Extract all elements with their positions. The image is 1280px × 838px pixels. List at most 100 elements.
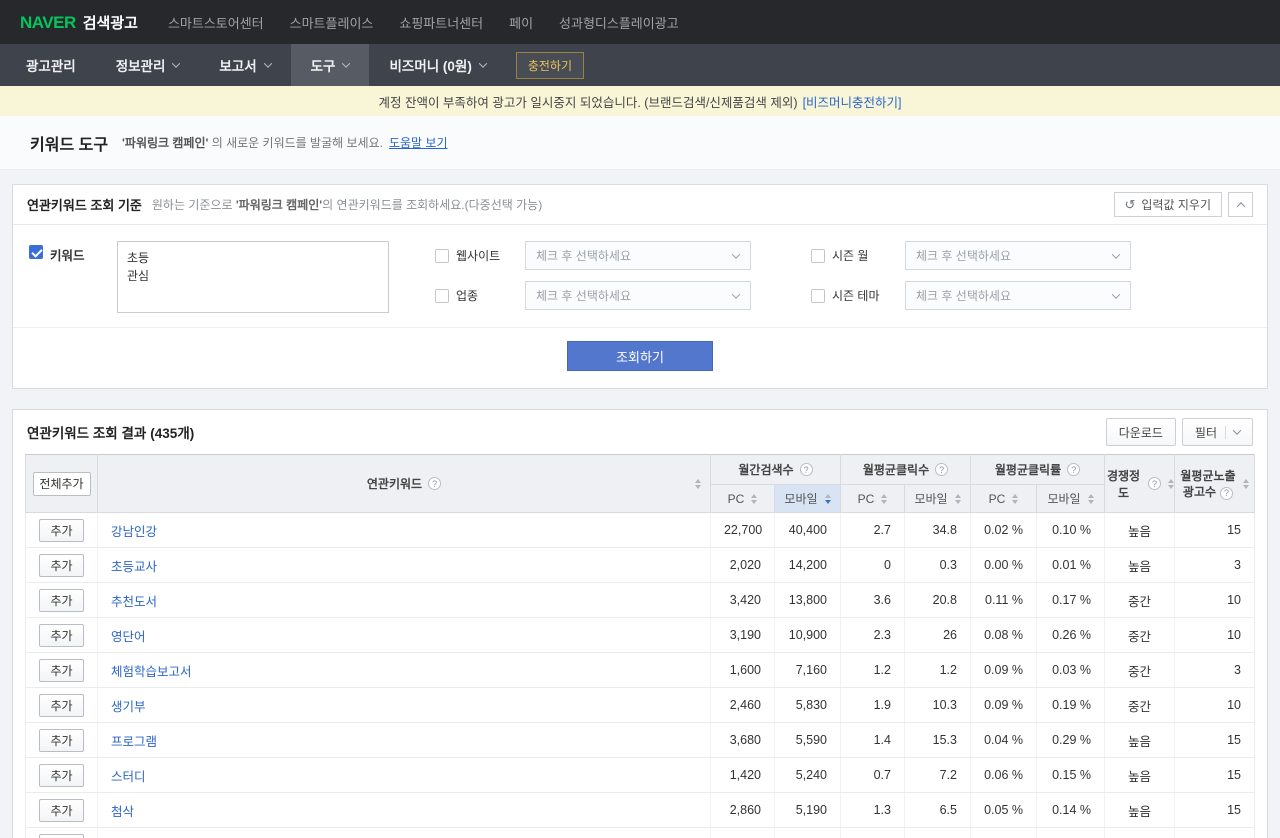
clicks-mobile-header[interactable]: 모바일 [904,484,971,513]
pc-ctr: 0.03 % [970,827,1037,838]
nav-tools[interactable]: 도구 [290,44,370,86]
link-pay[interactable]: 페이 [509,13,533,32]
season-theme-checkbox[interactable] [811,288,825,303]
nav-label: 도구 [310,59,336,74]
mobile-click-count: 1.2 [904,652,971,688]
add-cell: 추가 [25,547,98,583]
season-theme-select[interactable]: 체크 후 선택하세요 [905,281,1131,310]
clear-inputs-button[interactable]: ↺ 입력값 지우기 [1113,192,1222,217]
add-keyword-button[interactable]: 추가 [39,518,84,542]
add-all-button[interactable]: 전체추가 [32,471,91,496]
sort-icon[interactable] [954,493,961,504]
download-button[interactable]: 다운로드 [1105,418,1176,446]
ad-count-column-header[interactable]: 월평균노출 광고수? [1174,454,1255,513]
keyword-link[interactable]: 추천도서 [111,595,157,609]
keyword-column-header[interactable]: 연관키워드 ? [97,454,711,513]
naver-searchad-logo[interactable]: NAVER 검색광고 [20,12,138,33]
sort-icon[interactable] [1168,478,1174,489]
pc-click-count: 1.3 [840,792,905,828]
search-pc-header[interactable]: PC [709,484,775,513]
pc-search-count: 3,190 [710,617,775,653]
add-keyword-button[interactable]: 추가 [39,798,84,822]
bizmoney-charge-link[interactable]: [비즈머니충전하기] [803,92,902,111]
website-checkbox[interactable] [435,248,449,263]
keyword-cell: 프로그램 [97,722,711,758]
filter-button[interactable]: 필터 [1181,418,1253,446]
search-mobile-header[interactable]: 모바일 [773,484,842,513]
sort-icon[interactable] [694,478,701,489]
keyword-link[interactable]: 생기부 [111,700,146,714]
monthly-ctr-help-icon[interactable]: ? [1067,463,1081,476]
add-keyword-button[interactable]: 추가 [39,763,84,787]
competition-column-header[interactable]: 경쟁정도 ? [1104,454,1175,513]
table-row: 추가 초등교사 2,020 14,200 0 0.3 0.00 % 0.01 %… [25,547,1255,583]
keyword-link[interactable]: 스터디 [111,770,146,784]
competition-level: 중간 [1104,582,1175,618]
help-link[interactable]: 도움말 보기 [389,134,448,151]
search-button[interactable]: 조회하기 [567,341,713,371]
monthly-search-help-icon[interactable]: ? [799,463,813,476]
keyword-link[interactable]: 영단어 [111,630,146,644]
nav-bizmoney[interactable]: 비즈머니 (0원) [369,44,505,86]
monthly-clicks-help-icon[interactable]: ? [935,463,949,476]
sort-icon[interactable] [1242,478,1249,489]
add-cell: 추가 [25,512,98,548]
mobile-click-count: 7.2 [904,757,971,793]
add-keyword-button[interactable]: 추가 [39,833,84,838]
sort-icon[interactable] [751,493,758,504]
mobile-search-count: 7,160 [774,652,842,688]
collapse-panel-button[interactable] [1228,192,1253,217]
criteria-header: 연관키워드 조회 기준 원하는 기준으로 '파워링크 캠페인'의 연관키워드를 … [13,185,1267,225]
sort-icon[interactable] [881,493,888,504]
ctr-pc-header[interactable]: PC [970,484,1037,513]
link-display-ad[interactable]: 성과형디스플레이광고 [559,13,679,32]
mobile-ctr: 0.15 % [1036,757,1105,793]
keyword-link[interactable]: 프로그램 [111,735,157,749]
monthly-clicks-label: 월평균클릭수 [862,463,930,477]
add-keyword-button[interactable]: 추가 [39,553,84,577]
sort-icon[interactable] [1087,493,1094,504]
nav-ad-management[interactable]: 광고관리 [6,44,96,86]
link-shopping-partner-center[interactable]: 쇼핑파트너센터 [399,13,483,32]
keyword-link[interactable]: 초등교사 [111,560,157,574]
keyword-link[interactable]: 첨삭 [111,805,134,819]
add-keyword-button[interactable]: 추가 [39,588,84,612]
sort-icon[interactable] [1012,493,1019,504]
clicks-pc-header[interactable]: PC [840,484,905,513]
keyword-help-icon[interactable]: ? [428,477,442,490]
pc-search-count: 22,700 [710,512,775,548]
mobile-click-count: 10.3 [904,687,971,723]
add-cell: 추가 [25,827,98,838]
add-keyword-button[interactable]: 추가 [39,658,84,682]
industry-checkbox[interactable] [435,288,449,303]
pc-search-count: 3,420 [710,582,775,618]
ad-count-help-icon[interactable]: ? [1220,486,1234,500]
add-keyword-button[interactable]: 추가 [39,728,84,752]
charge-button[interactable]: 충전하기 [515,51,585,79]
industry-select[interactable]: 체크 후 선택하세요 [525,281,751,310]
season-month-select[interactable]: 체크 후 선택하세요 [905,241,1131,270]
criteria-description: 원하는 기준으로 '파워링크 캠페인'의 연관키워드를 조회하세요.(다중선택 … [152,196,542,213]
link-smartstore-center[interactable]: 스마트스토어센터 [168,13,264,32]
competition-help-icon[interactable]: ? [1148,477,1161,490]
keyword-input[interactable]: 초등 관심 [117,241,389,313]
monthly-ctr-label: 월평균클릭률 [994,463,1062,477]
nav-label: 광고관리 [26,59,76,74]
mobile-search-count: 13,800 [774,582,842,618]
keyword-link[interactable]: 체험학습보고서 [111,665,192,679]
chevron-down-icon [731,250,741,259]
season-month-checkbox[interactable] [811,248,825,263]
keyword-checkbox[interactable] [29,245,43,259]
keyword-link[interactable]: 강남인강 [111,525,157,539]
add-keyword-button[interactable]: 추가 [39,623,84,647]
nav-info-management[interactable]: 정보관리 [96,44,200,86]
ctr-mobile-header[interactable]: 모바일 [1036,484,1105,513]
add-keyword-button[interactable]: 추가 [39,693,84,717]
link-smartplace[interactable]: 스마트플레이스 [290,13,374,32]
website-select[interactable]: 체크 후 선택하세요 [525,241,751,270]
criteria-card: 연관키워드 조회 기준 원하는 기준으로 '파워링크 캠페인'의 연관키워드를 … [12,184,1268,389]
mobile-ctr: 0.26 % [1036,617,1105,653]
table-row: 추가 추천도서 3,420 13,800 3.6 20.8 0.11 % 0.1… [25,582,1255,618]
sort-icon[interactable] [824,493,831,504]
nav-report[interactable]: 보고서 [199,44,290,86]
